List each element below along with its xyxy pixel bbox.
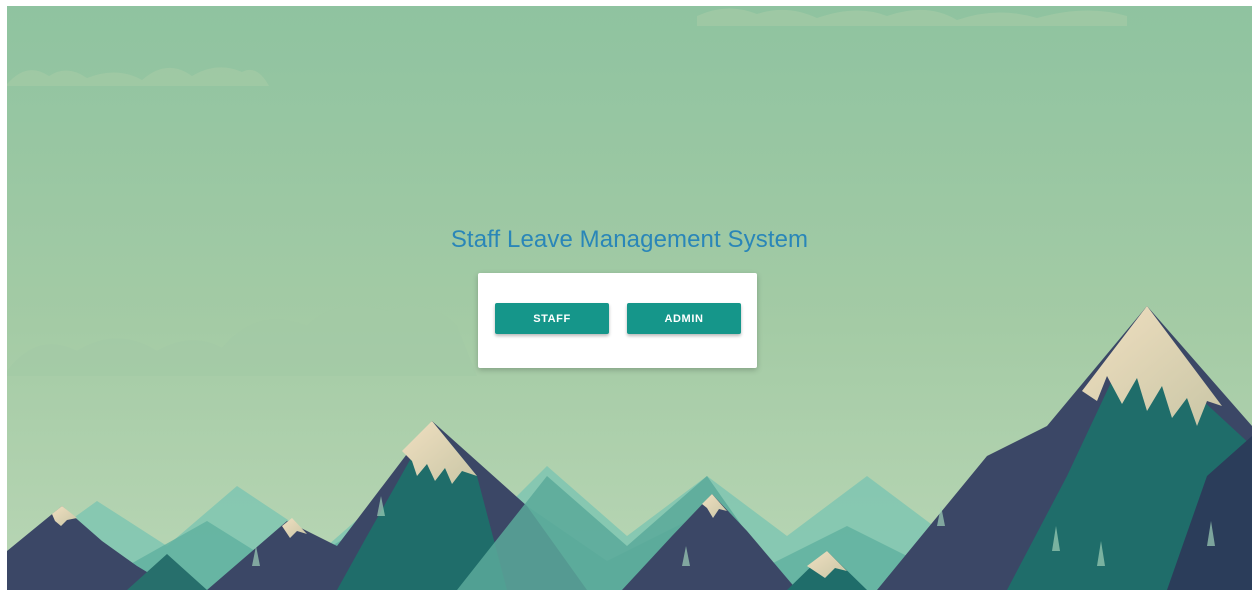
login-choice-card: STAFF ADMIN [478, 273, 757, 368]
staff-button[interactable]: STAFF [495, 303, 609, 334]
admin-button[interactable]: ADMIN [627, 303, 741, 334]
app-viewport: Staff Leave Management System STAFF ADMI… [7, 6, 1252, 590]
page-title: Staff Leave Management System [450, 226, 809, 253]
